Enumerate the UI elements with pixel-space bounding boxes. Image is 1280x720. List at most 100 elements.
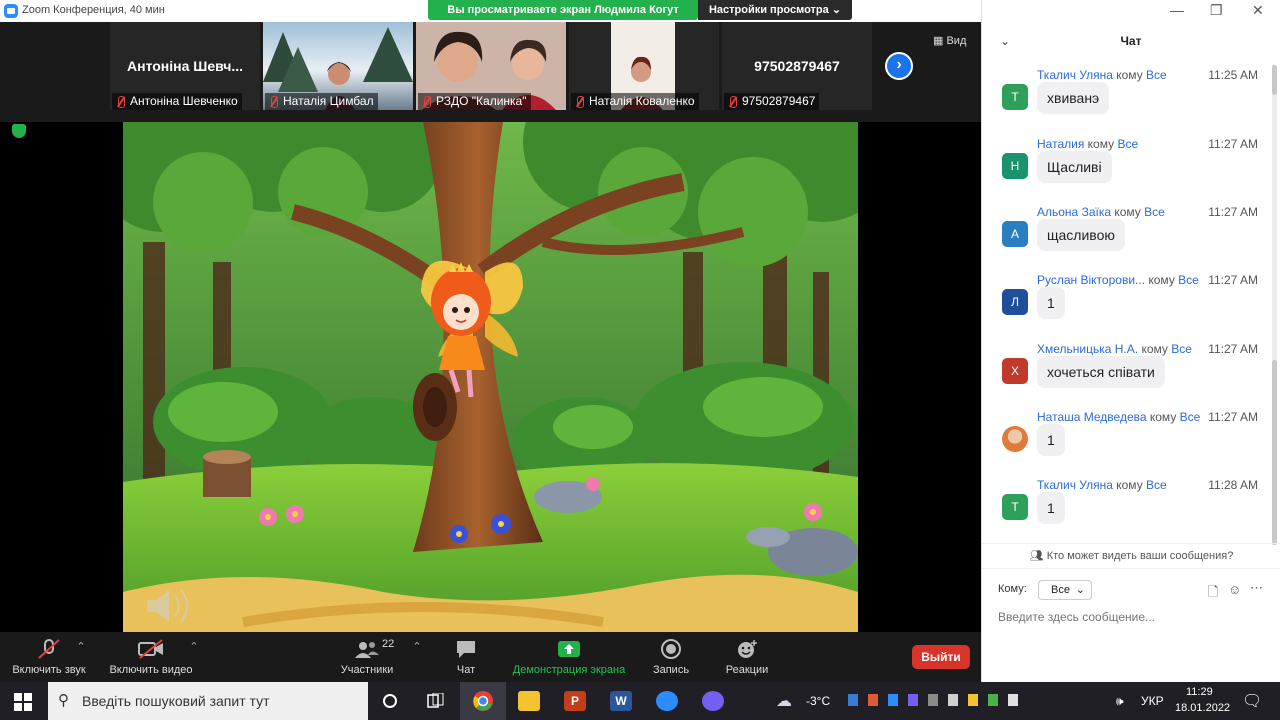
task-view-icon[interactable] <box>426 693 444 709</box>
avatar: Х <box>1002 358 1028 384</box>
video-options-caret[interactable]: ⌃ <box>187 640 201 653</box>
recipient-name[interactable]: Все <box>1146 68 1167 82</box>
system-tray[interactable] <box>848 693 1088 709</box>
chat-message: Т Ткалич Уляна кому Все 11:28 AM 1 <box>982 478 1267 546</box>
participant-tile[interactable]: 97502879467 97502879467 <box>722 22 872 110</box>
share-screen-button[interactable]: Демонстрация экрана <box>508 638 630 676</box>
zoom-taskbar-icon[interactable] <box>656 691 678 711</box>
recipient-select[interactable]: Все ⌄ <box>1038 580 1092 600</box>
start-video-button[interactable]: Включить видео <box>106 638 196 676</box>
weather-cloud-icon[interactable]: ☁ <box>776 691 792 711</box>
input-language[interactable]: УКР <box>1141 694 1164 708</box>
speaker-volume-icon[interactable]: 🕪︎ <box>1116 694 1124 709</box>
reactions-button[interactable]: Реакции <box>722 638 772 676</box>
recipient-name[interactable]: Все <box>1146 478 1167 492</box>
recipient-word: кому <box>1087 137 1115 151</box>
participant-label: 97502879467 <box>724 93 820 110</box>
reaction-emoji-icon <box>738 640 757 658</box>
recipient-word: кому <box>1141 342 1168 356</box>
message-bubble: 1 <box>1037 492 1065 524</box>
record-label: Запись <box>652 664 690 676</box>
recipient-word: кому <box>1148 273 1175 287</box>
minimize-icon[interactable]: — <box>1170 2 1184 18</box>
clock-date[interactable]: 18.01.2022 <box>1175 702 1230 714</box>
share-screen-label: Демонстрация экрана <box>512 664 626 676</box>
participant-tile[interactable]: Наталія Цимбал <box>263 22 413 110</box>
emoji-icon[interactable]: ☺ <box>1228 582 1241 597</box>
people-icon: 👥︎ <box>1029 550 1044 562</box>
recipient-word: кому <box>1114 205 1141 219</box>
search-icon: ⚲ <box>58 692 69 709</box>
more-options-icon[interactable]: ⋯ <box>1250 580 1263 596</box>
recipient-name[interactable]: Все <box>1180 410 1201 424</box>
chat-label: Чат <box>456 664 476 676</box>
sender-name[interactable]: Хмельницька Н.А. <box>1037 342 1138 356</box>
notifications-icon[interactable]: 🗨︎ <box>1242 691 1262 711</box>
message-time: 11:28 AM <box>1208 478 1258 492</box>
recipient-name[interactable]: Все <box>1144 205 1165 219</box>
record-button[interactable]: Запись <box>650 638 692 676</box>
chat-message-input[interactable] <box>998 609 1268 625</box>
sender-name[interactable]: Наталия <box>1037 137 1084 151</box>
unmute-label: Включить звук <box>12 664 86 676</box>
cortana-icon[interactable] <box>382 693 398 709</box>
chat-button[interactable]: Чат <box>448 638 484 676</box>
file-explorer-icon[interactable] <box>518 691 540 711</box>
chat-panel: — ❐ ✕ ⌄ Чат Т Ткалич Уляна кому Все 11:2… <box>981 0 1280 682</box>
powerpoint-icon[interactable]: P <box>564 691 586 711</box>
clock-time[interactable]: 11:29 <box>1186 686 1213 698</box>
participant-tile[interactable]: Антоніна Шевч... Антоніна Шевченко <box>110 22 260 110</box>
participant-tile[interactable]: РЗДО "Калинка" <box>416 22 566 110</box>
view-toggle-button[interactable]: ▦ Вид <box>933 34 966 47</box>
reactions-label: Реакции <box>725 664 769 676</box>
word-icon[interactable]: W <box>610 691 632 711</box>
message-time: 11:27 AM <box>1208 342 1258 356</box>
recipient-name[interactable]: Все <box>1117 137 1138 151</box>
participant-label: Наталія Цимбал <box>265 93 378 110</box>
file-icon[interactable]: 🗋 <box>1208 583 1218 605</box>
who-can-see-link[interactable]: 👥︎ Кто может видеть ваши сообщения? <box>982 549 1280 562</box>
windows-taskbar: ⚲ Введіть пошуковий запит тут P W ☁ -3°C… <box>0 682 1280 720</box>
message-bubble: 1 <box>1037 424 1065 456</box>
meeting-toolbar: Включить звук ⌃ Включить видео ⌃ Участни… <box>0 632 981 682</box>
chevron-down-icon: ⌄ <box>1075 584 1085 596</box>
chat-message: Н Наталия кому Все 11:27 AM Щасливі <box>982 137 1267 205</box>
taskbar-search-placeholder: Введіть пошуковий запит тут <box>82 693 270 709</box>
windows-start-icon[interactable] <box>14 693 32 711</box>
start-video-label: Включить видео <box>109 664 193 676</box>
encryption-shield-icon[interactable] <box>12 124 26 138</box>
sender-name[interactable]: Альона Заїка <box>1037 205 1111 219</box>
avatar: Л <box>1002 289 1028 315</box>
message-time: 11:25 AM <box>1208 68 1258 82</box>
chat-message: Т Ткалич Уляна кому Все 11:25 AM хвиванэ <box>982 68 1267 136</box>
sender-name[interactable]: Руслан Вікторови... <box>1037 273 1145 287</box>
sender-name[interactable]: Ткалич Уляна <box>1037 478 1113 492</box>
view-options-button[interactable]: Настройки просмотра ⌄ <box>698 0 852 20</box>
audio-options-caret[interactable]: ⌃ <box>74 640 88 653</box>
participant-tile[interactable]: Наталія Коваленко <box>569 22 719 110</box>
record-icon <box>661 639 681 659</box>
participants-options-caret[interactable]: ⌃ <box>410 640 424 653</box>
sender-name[interactable]: Наташа Медведева <box>1037 410 1147 424</box>
chevron-right-icon: › <box>896 56 902 73</box>
chat-scrollbar[interactable] <box>1272 65 1277 545</box>
message-bubble: хочеться співати <box>1037 356 1165 388</box>
restore-icon[interactable]: ❐ <box>1210 2 1223 19</box>
sender-name[interactable]: Ткалич Уляна <box>1037 68 1113 82</box>
leave-button[interactable]: Выйти <box>912 645 970 669</box>
participant-label: Антоніна Шевченко <box>112 93 242 110</box>
participant-strip: Антоніна Шевч... Антоніна Шевченко Натал… <box>0 22 981 122</box>
chrome-icon[interactable] <box>472 690 494 712</box>
recipient-name[interactable]: Все <box>1178 273 1199 287</box>
video-off-icon <box>138 639 163 659</box>
chevron-down-icon: ⌄ <box>831 4 842 16</box>
viber-icon[interactable] <box>702 691 724 711</box>
avatar: Т <box>1002 84 1028 110</box>
recipient-name[interactable]: Все <box>1171 342 1192 356</box>
chat-bubble-icon <box>457 641 475 658</box>
close-icon[interactable]: ✕ <box>1252 2 1264 19</box>
next-page-button[interactable]: › <box>885 52 913 80</box>
taskbar-search-box[interactable]: ⚲ Введіть пошуковий запит тут <box>48 682 368 720</box>
participants-count: 22 <box>382 638 395 650</box>
recipient-word: кому <box>1149 410 1177 424</box>
